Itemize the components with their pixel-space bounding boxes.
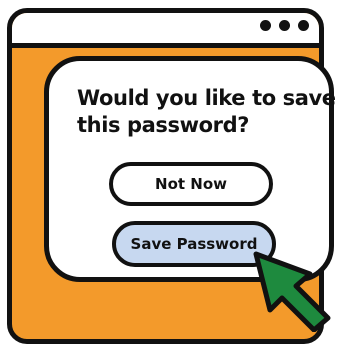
dot-icon <box>298 20 309 31</box>
dialog-question: Would you like to save this password? <box>77 86 336 137</box>
title-bar <box>12 13 319 48</box>
arrow-cursor-icon <box>253 251 331 332</box>
window-controls-dots-icon <box>260 20 309 31</box>
illustration-stage: Would you like to save this password? No… <box>0 0 337 351</box>
dot-icon <box>260 20 271 31</box>
not-now-button[interactable]: Not Now <box>109 162 273 206</box>
dot-icon <box>279 20 290 31</box>
